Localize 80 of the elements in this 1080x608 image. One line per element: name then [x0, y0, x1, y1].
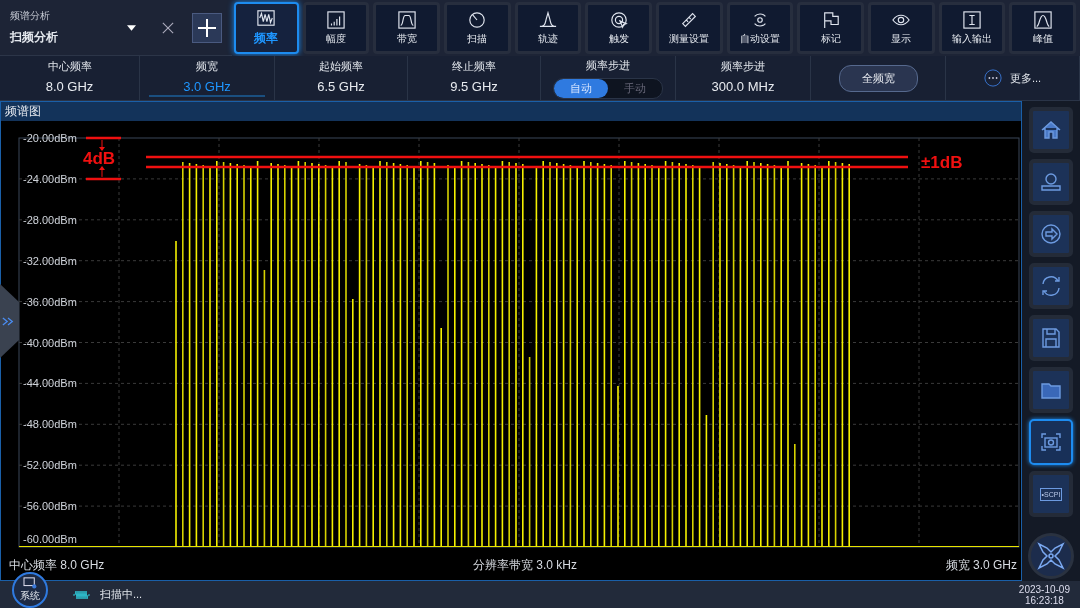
toolbar-button[interactable]: 轨迹: [514, 2, 582, 54]
cross-arrows-icon: [1036, 541, 1066, 571]
resolution-bandwidth-text: 分辨率带宽 3.0 kHz: [473, 557, 577, 574]
parameter-value[interactable]: 6.5 GHz: [283, 79, 399, 97]
parameter-value[interactable]: 300.0 MHz: [677, 79, 809, 97]
more-link[interactable]: 更多...: [1009, 70, 1042, 86]
parameter-value[interactable]: 9.5 GHz: [416, 79, 532, 97]
close-icon[interactable]: [162, 21, 174, 34]
bandpass-icon: [397, 10, 416, 29]
range-annotation: 4dB: [83, 149, 116, 169]
y-axis-label: -52.00dBm: [23, 459, 77, 472]
mode-name: 扫频分析: [10, 29, 59, 46]
system-button[interactable]: 系统: [12, 572, 48, 608]
bell-curve-icon: [1033, 10, 1052, 29]
flatness-annotation: ±1dB: [921, 153, 963, 172]
span-text: 频宽 3.0 GHz: [945, 557, 1017, 574]
side-button[interactable]: [1029, 263, 1073, 309]
ruler-icon: [680, 10, 699, 29]
side-button[interactable]: [1029, 107, 1073, 153]
y-axis-label: -48.00dBm: [23, 418, 77, 431]
add-button[interactable]: [192, 12, 222, 43]
time-text: 16:23:18: [1024, 594, 1064, 606]
dial-icon: [468, 10, 487, 29]
toolbar-button[interactable]: 标记: [797, 2, 865, 54]
parameter-label: 频宽: [196, 59, 218, 74]
mode-toggle[interactable]: 自动 手动: [553, 77, 663, 99]
save-icon: [1039, 326, 1063, 350]
parameter-label: 中心频率: [47, 59, 92, 74]
arrow-right-icon: [1039, 222, 1063, 246]
toolbar-button[interactable]: 自动设置: [726, 2, 794, 54]
bar-chart-icon: [327, 10, 345, 29]
toolbar-button[interactable]: 幅度: [302, 2, 370, 54]
toolbar-button[interactable]: 测量设置: [656, 2, 723, 54]
y-axis-label: -40.00dBm: [23, 336, 77, 349]
y-axis-label: -60.00dBm: [23, 533, 77, 545]
side-button[interactable]: [1029, 315, 1073, 361]
control-wheel-button[interactable]: [1028, 533, 1074, 579]
mode-caption: 频谱分析: [10, 9, 51, 23]
double-chevron-icon: [2, 316, 14, 326]
more-icon[interactable]: [983, 69, 1002, 87]
side-button[interactable]: [1029, 159, 1073, 205]
y-axis-label: -20.00dBm: [23, 132, 77, 144]
toolbar-button[interactable]: 输入输出: [938, 2, 1006, 54]
camera-icon: [1039, 430, 1063, 454]
parameter-label: 频率步进: [586, 57, 630, 73]
toolbar-button[interactable]: 扫描: [444, 2, 511, 54]
target-cursor-icon: [609, 10, 628, 29]
waveform-icon: [257, 9, 276, 27]
toolbar-button[interactable]: 峰值: [1009, 2, 1077, 54]
parameter-value[interactable]: 3.0 GHz: [149, 79, 265, 97]
parameter-label: 频率步进: [721, 59, 765, 74]
flag-icon: [821, 10, 840, 29]
side-button[interactable]: [1029, 367, 1073, 413]
side-button[interactable]: [1029, 419, 1073, 465]
parameter-label: 终止频率: [452, 59, 496, 74]
toolbar-button[interactable]: 触发: [585, 2, 653, 54]
toolbar-button[interactable]: 带宽: [373, 2, 440, 54]
text-cursor-icon: [963, 10, 982, 29]
y-axis-label: -44.00dBm: [23, 377, 77, 390]
y-axis-label: -28.00dBm: [23, 213, 77, 226]
toolbar-button[interactable]: 显示: [868, 2, 935, 54]
parameter-value[interactable]: 8.0 GHz: [11, 79, 128, 97]
peak-curve-icon: [539, 10, 557, 29]
y-axis-label: -36.00dBm: [23, 295, 77, 308]
toggle-option[interactable]: 自动: [554, 78, 608, 98]
y-axis-label: -32.00dBm: [23, 254, 77, 267]
full-span-button[interactable]: 全频宽: [838, 64, 918, 92]
side-button[interactable]: [1029, 211, 1073, 257]
user-device-icon: [1039, 170, 1063, 194]
status-text: 扫描中...: [100, 587, 143, 602]
plus-icon: [197, 17, 217, 38]
panel-title-bar: 频谱图: [1, 102, 1021, 121]
parameter-label: 起始频率: [319, 59, 363, 74]
toolbar-button[interactable]: 频率: [234, 2, 299, 54]
y-axis-label: -24.00dBm: [23, 172, 77, 185]
date-text: 2023-10-09: [1018, 583, 1070, 595]
center-frequency-text: 中心频率 8.0 GHz: [9, 557, 105, 574]
dropdown-caret-icon[interactable]: [127, 24, 136, 31]
refresh-icon: [1039, 274, 1063, 298]
y-axis-label: -56.00dBm: [23, 500, 77, 513]
